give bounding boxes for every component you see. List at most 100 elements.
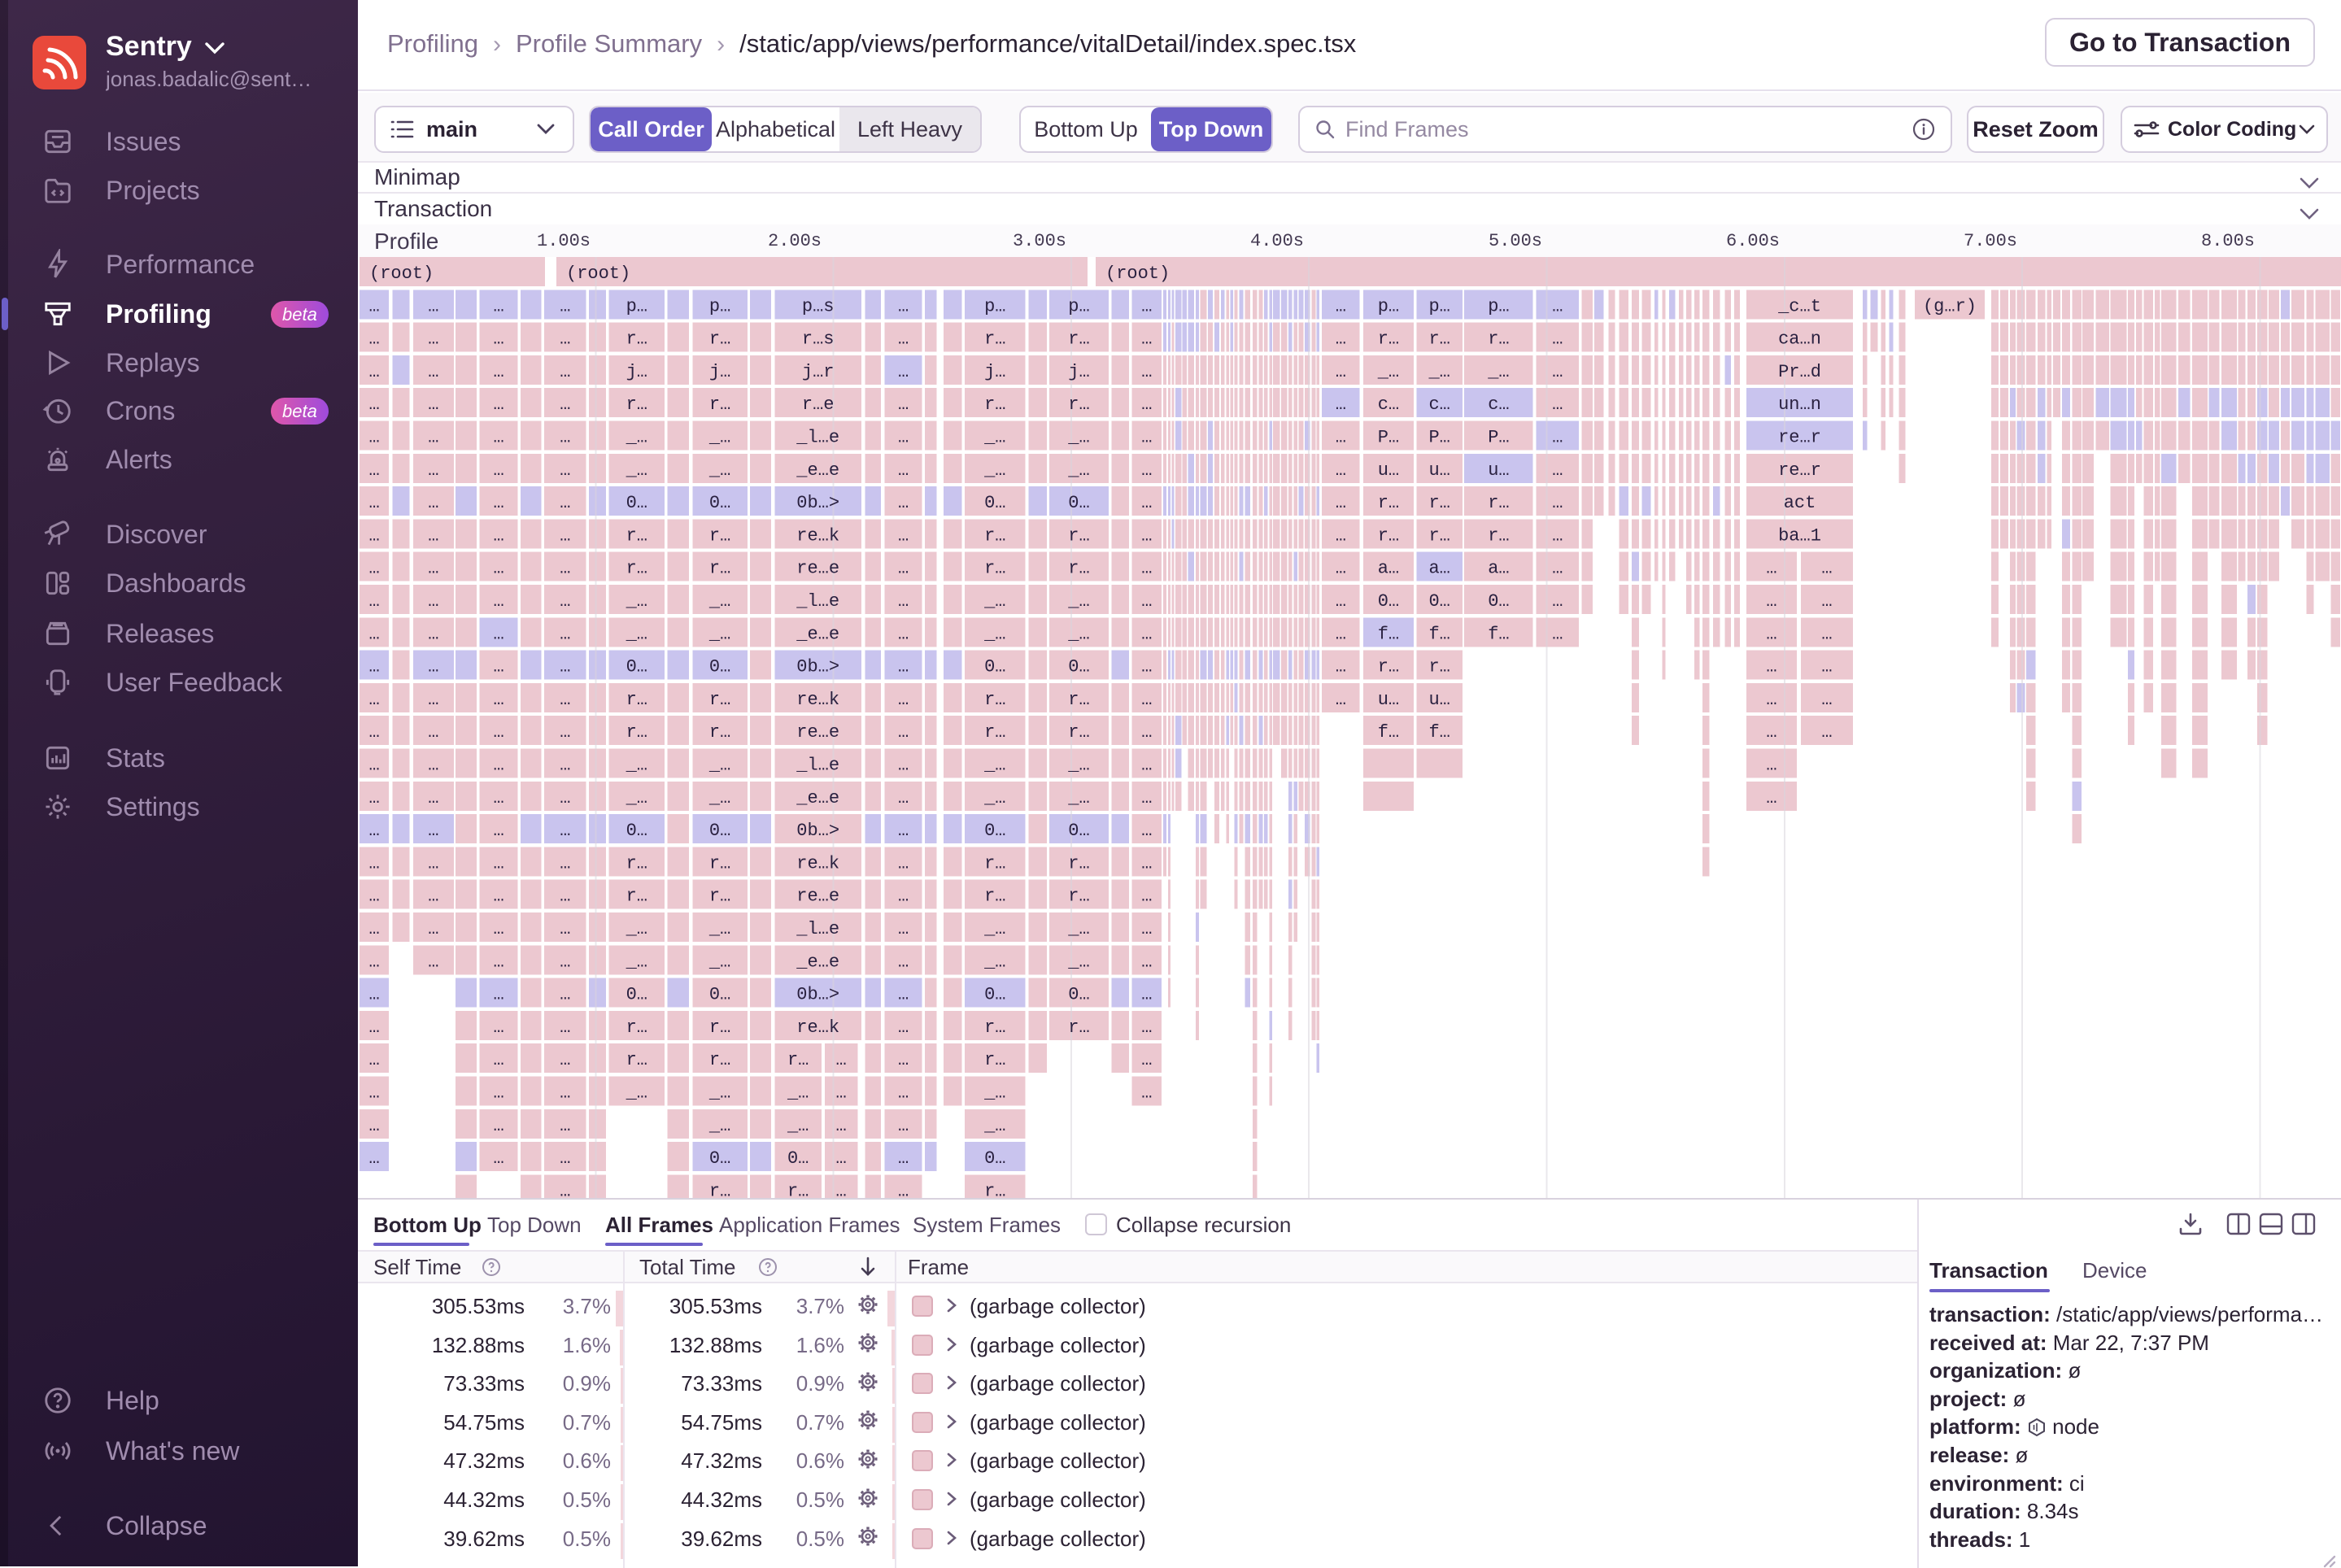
svg-text:j…: j… [1068, 362, 1089, 382]
svg-text:…: … [428, 919, 438, 939]
svg-text:…: … [493, 428, 504, 448]
svg-text:_…: _… [1067, 428, 1089, 448]
svg-text:f…: f… [1378, 722, 1399, 743]
svg-text:…: … [428, 690, 438, 710]
svg-text:j…: j… [984, 362, 1005, 382]
svg-text:f…: f… [1378, 624, 1399, 644]
svg-text:r…: r… [984, 559, 1005, 579]
svg-text:(root): (root) [1105, 264, 1170, 284]
svg-text:r…: r… [626, 853, 647, 873]
svg-text:r…: r… [1428, 657, 1450, 677]
svg-text:r…: r… [1488, 525, 1509, 546]
svg-text:…: … [428, 559, 438, 579]
svg-text:…: … [1141, 788, 1152, 808]
svg-text:_…: _… [1067, 919, 1089, 939]
svg-text:c…: c… [1488, 394, 1509, 415]
svg-text:…: … [1552, 493, 1563, 513]
svg-text:r…: r… [626, 559, 647, 579]
svg-text:…: … [368, 1017, 379, 1038]
svg-text:…: … [560, 952, 570, 972]
svg-text:…: … [428, 722, 438, 743]
svg-text:c…: c… [1428, 394, 1450, 415]
svg-text:…: … [428, 460, 438, 481]
svg-text:…: … [898, 1181, 909, 1198]
svg-text:…: … [1336, 428, 1346, 448]
svg-text:r…: r… [984, 1181, 1005, 1198]
svg-text:_…: _… [983, 1083, 1005, 1104]
svg-text:…: … [1141, 624, 1152, 644]
svg-text:0b…>: 0b…> [796, 985, 839, 1005]
svg-text:0…: 0… [709, 493, 730, 513]
svg-text:…: … [428, 525, 438, 546]
svg-text:…: … [560, 591, 570, 612]
svg-text:…: … [1141, 559, 1152, 579]
svg-text:_…: _… [626, 624, 647, 644]
svg-text:…: … [898, 1083, 909, 1104]
svg-text:f…: f… [1428, 722, 1450, 743]
svg-text:…: … [1141, 1050, 1152, 1070]
svg-text:0…: 0… [1428, 591, 1450, 612]
svg-text:…: … [1821, 722, 1832, 743]
svg-text:…: … [493, 1017, 504, 1038]
svg-text:…: … [428, 853, 438, 873]
svg-text:…: … [493, 821, 504, 841]
svg-text:_…: _… [708, 1083, 730, 1104]
svg-text:…: … [1141, 1083, 1152, 1104]
svg-text:…: … [560, 296, 570, 316]
svg-text:f…: f… [1488, 624, 1509, 644]
svg-text:…: … [428, 624, 438, 644]
svg-text:0…: 0… [984, 493, 1005, 513]
svg-text:0…: 0… [709, 1148, 730, 1169]
svg-text:…: … [1821, 657, 1832, 677]
svg-text:_…: _… [626, 460, 647, 481]
svg-text:re…e: re…e [796, 722, 839, 743]
svg-text:r…: r… [984, 886, 1005, 907]
svg-text:j…: j… [709, 362, 730, 382]
svg-text:…: … [1766, 657, 1776, 677]
svg-text:…: … [1141, 821, 1152, 841]
svg-text:_…: _… [626, 428, 647, 448]
svg-text:…: … [898, 853, 909, 873]
svg-text:…: … [560, 722, 570, 743]
svg-text:_…: _… [626, 952, 647, 972]
svg-text:…: … [560, 756, 570, 776]
svg-text:r…: r… [1378, 493, 1399, 513]
svg-text:_…: _… [983, 591, 1005, 612]
svg-text:0…: 0… [709, 657, 730, 677]
svg-text:…: … [428, 329, 438, 350]
svg-text:r…: r… [1488, 329, 1509, 350]
svg-text:…: … [1552, 329, 1563, 350]
svg-text:…: … [560, 1017, 570, 1038]
svg-text:r…: r… [1068, 559, 1089, 579]
svg-text:…: … [1552, 428, 1563, 448]
svg-text:…: … [835, 1050, 846, 1070]
svg-text:_…: _… [983, 919, 1005, 939]
svg-text:r…: r… [1068, 853, 1089, 873]
svg-text:r…: r… [709, 559, 730, 579]
svg-text:_…: _… [1067, 591, 1089, 612]
svg-text:…: … [368, 1083, 379, 1104]
svg-text:…: … [1336, 296, 1346, 316]
svg-text:…: … [1336, 460, 1346, 481]
svg-text:re…k: re…k [796, 690, 839, 710]
svg-text:…: … [368, 624, 379, 644]
svg-text:re…k: re…k [796, 1017, 839, 1038]
svg-text:ca…n: ca…n [1778, 329, 1821, 350]
svg-text:Pr…d: Pr…d [1778, 362, 1821, 382]
svg-text:(root): (root) [369, 264, 434, 284]
svg-text:0…: 0… [626, 985, 647, 1005]
svg-text:0…: 0… [984, 657, 1005, 677]
svg-text:…: … [428, 362, 438, 382]
svg-text:r…: r… [787, 1050, 809, 1070]
svg-text:r…: r… [984, 525, 1005, 546]
svg-text:…: … [1141, 428, 1152, 448]
svg-text:r…: r… [626, 1050, 647, 1070]
svg-text:…: … [1336, 690, 1346, 710]
svg-text:…: … [1766, 559, 1776, 579]
svg-text:…: … [493, 591, 504, 612]
svg-text:…: … [368, 722, 379, 743]
svg-text:re…k: re…k [796, 853, 839, 873]
svg-text:…: … [428, 428, 438, 448]
svg-text:…: … [428, 493, 438, 513]
svg-text:r…: r… [709, 886, 730, 907]
